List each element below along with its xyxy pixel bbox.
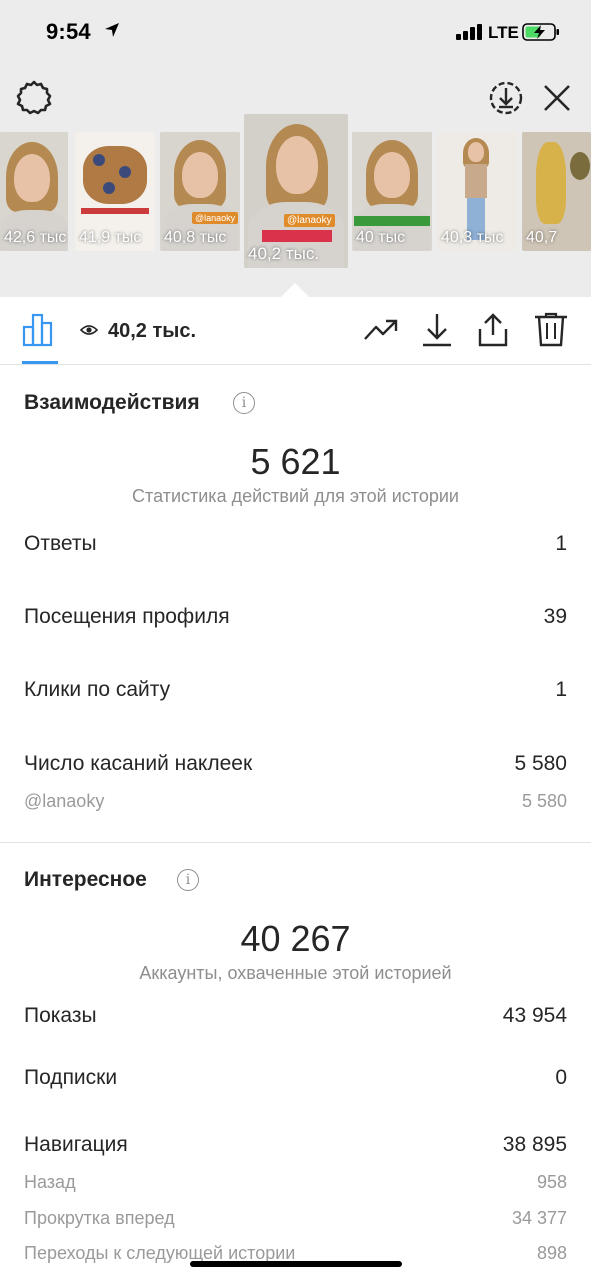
story-thumbnail[interactable]: 41,9 тыс (75, 132, 155, 251)
insights-chart-icon[interactable] (22, 311, 58, 347)
stat-subrow-back: Назад 958 (24, 1172, 567, 1193)
stat-label: Навигация (24, 1133, 128, 1156)
story-thumbnail[interactable]: 40,7 (522, 132, 591, 251)
stat-value: 39 (543, 605, 567, 628)
stat-value: 1 (555, 678, 567, 701)
stat-row-website-clicks: Клики по сайту 1 (24, 678, 567, 702)
selected-story-pointer (281, 283, 309, 297)
stat-label: Клики по сайту (24, 678, 171, 701)
thumbnail-views: 40,3 тыс (441, 229, 504, 246)
stat-row-replies: Ответы 1 (24, 532, 567, 556)
stat-value: 958 (536, 1172, 567, 1192)
stat-label: Назад (24, 1172, 76, 1192)
stat-value: 0 (555, 1066, 567, 1089)
story-views-count: 40,2 тыс. (108, 320, 197, 342)
trend-arrow-icon[interactable] (362, 311, 400, 349)
stat-value: 898 (536, 1243, 567, 1263)
stat-value: 5 580 (514, 752, 567, 775)
thumbnail-views: 40,7 (526, 229, 558, 246)
stat-row-navigation: Навигация 38 895 (24, 1133, 567, 1157)
stat-value: 1 (555, 532, 567, 555)
thumbnail-views: 42,6 тыс (4, 229, 67, 246)
discovery-info-icon[interactable]: i (177, 869, 199, 891)
discovery-caption: Аккаунты, охваченные этой историей (139, 963, 452, 983)
stat-label: Прокрутка вперед (24, 1208, 175, 1228)
stat-value: 5 580 (521, 791, 567, 811)
stat-label: Посещения профиля (24, 605, 230, 628)
trash-icon[interactable] (532, 311, 570, 349)
section-divider (0, 842, 591, 843)
eye-icon (80, 325, 98, 335)
story-thumbnail[interactable]: @lanaoky 40,8 тыс (160, 132, 240, 251)
stat-value: 43 954 (502, 1004, 567, 1027)
stat-label: Подписки (24, 1066, 118, 1089)
active-tab-indicator (22, 361, 58, 364)
stat-label: Ответы (24, 532, 97, 555)
download-icon[interactable] (418, 311, 456, 349)
stat-label: Число касаний наклеек (24, 752, 253, 775)
home-indicator[interactable] (190, 1261, 402, 1267)
stat-label: @lanaoky (24, 791, 105, 811)
thumbnail-views: 40,8 тыс (164, 229, 227, 246)
thumbnail-views: 41,9 тыс (79, 229, 142, 246)
interactions-caption: Статистика действий для этой истории (132, 486, 459, 506)
story-thumbnail[interactable]: 40 тыс (352, 132, 432, 251)
stat-subrow-mention: @lanaoky 5 580 (24, 791, 567, 812)
interactions-total: 5 621 (250, 441, 341, 482)
stat-row-sticker-taps: Число касаний наклеек 5 580 (24, 752, 567, 776)
story-thumbnail[interactable]: 40,3 тыс (437, 132, 517, 251)
insights-toolbar: 40,2 тыс. (0, 297, 591, 365)
thumbnail-views: 40 тыс (356, 229, 406, 246)
mention-sticker: @lanaoky (284, 214, 335, 227)
stat-subrow-forward: Прокрутка вперед 34 377 (24, 1208, 567, 1229)
share-icon[interactable] (474, 311, 512, 349)
thumbnail-views: 40,2 тыс. (248, 244, 320, 263)
stat-row-follows: Подписки 0 (24, 1066, 567, 1090)
discovery-total: 40 267 (240, 918, 351, 959)
story-thumbnails-strip: 42,6 тыс 41,9 тыс @lanaoky 40,8 тыс @lan… (0, 0, 591, 297)
story-thumbnail-selected[interactable]: @lanaoky 40,2 тыс. (244, 114, 348, 268)
interactions-info-icon[interactable]: i (233, 392, 255, 414)
stat-label: Показы (24, 1004, 97, 1027)
stat-row-impressions: Показы 43 954 (24, 1004, 567, 1028)
story-thumbnail[interactable]: 42,6 тыс (0, 132, 68, 251)
discovery-title: Интересное (24, 868, 147, 891)
interactions-title: Взаимодействия (24, 391, 200, 414)
stat-row-profile-visits: Посещения профиля 39 (24, 605, 567, 629)
stat-value: 38 895 (502, 1133, 567, 1156)
stat-value: 34 377 (511, 1208, 567, 1228)
